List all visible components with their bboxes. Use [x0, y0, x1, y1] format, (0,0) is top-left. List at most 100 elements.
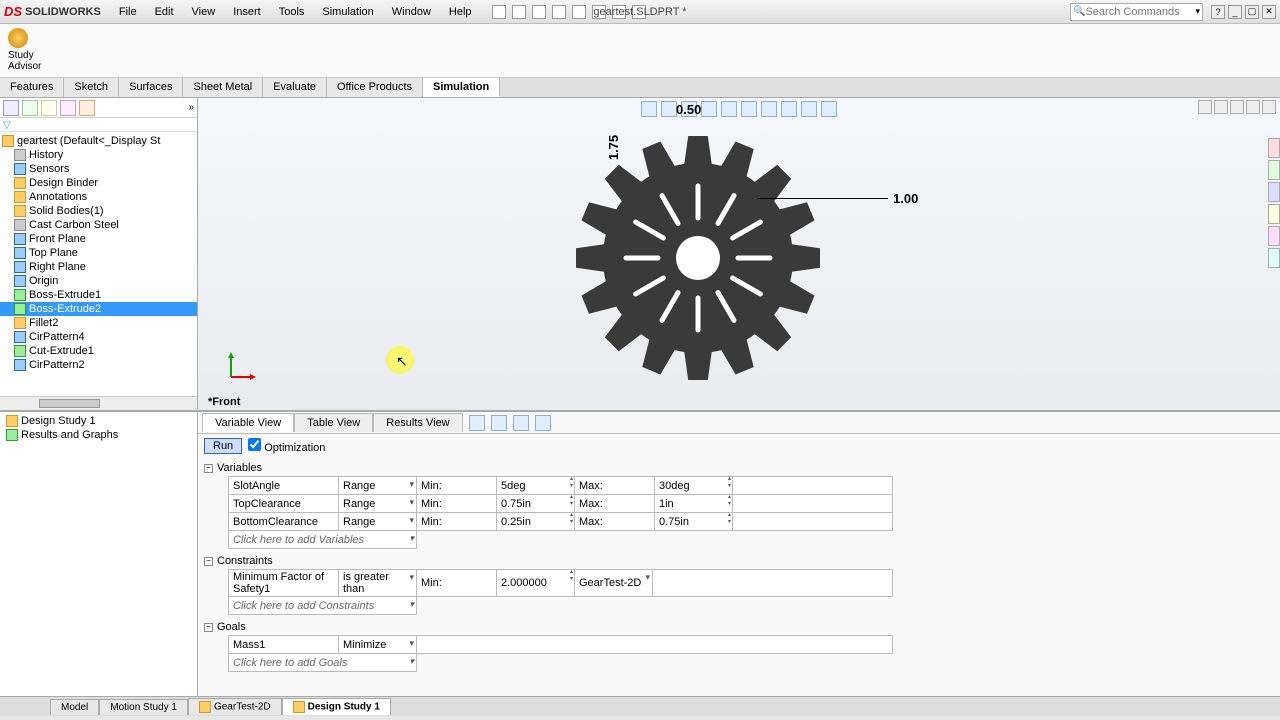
tree-item[interactable]: Boss-Extrude2 — [0, 302, 197, 316]
collapse-icon[interactable]: − — [204, 557, 213, 566]
viewport-link-icon[interactable] — [1230, 100, 1244, 114]
ds-tab-variable-view[interactable]: Variable View — [202, 413, 294, 432]
cmdtab-evaluate[interactable]: Evaluate — [263, 78, 327, 97]
menu-edit[interactable]: Edit — [147, 3, 182, 21]
collapse-icon[interactable]: − — [204, 623, 213, 632]
var-type-dropdown[interactable]: Range — [339, 513, 416, 530]
dimension-right[interactable]: 1.00 — [893, 191, 918, 206]
tree-item[interactable]: CirPattern4 — [0, 330, 197, 344]
cmdtab-surfaces[interactable]: Surfaces — [119, 78, 183, 97]
menu-simulation[interactable]: Simulation — [314, 3, 381, 21]
tree-item[interactable]: Front Plane — [0, 232, 197, 246]
viewport-two-icon[interactable] — [1214, 100, 1228, 114]
con-study-dropdown[interactable]: GearTest-2D — [575, 570, 652, 596]
con-name[interactable]: Minimum Factor of Safety1 — [229, 570, 338, 596]
add-variable[interactable]: Click here to add Variables — [229, 531, 416, 548]
var-min-input[interactable]: 0.25in — [497, 513, 574, 530]
menu-insert[interactable]: Insert — [225, 3, 269, 21]
save-icon[interactable] — [532, 5, 546, 19]
panel-collapse-icon[interactable]: » — [188, 102, 194, 113]
bottom-tab-model[interactable]: Model — [50, 699, 99, 715]
tree-item[interactable]: Fillet2 — [0, 316, 197, 330]
cmdtab-features[interactable]: Features — [0, 78, 64, 97]
menu-view[interactable]: View — [184, 3, 224, 21]
restore-icon[interactable]: ▢ — [1245, 5, 1259, 19]
configuration-tab-icon[interactable] — [41, 100, 57, 116]
cmdtab-office-products[interactable]: Office Products — [327, 78, 423, 97]
property-manager-tab-icon[interactable] — [22, 100, 38, 116]
var-max-input[interactable]: 1in — [655, 495, 732, 512]
var-max-input[interactable]: 0.75in — [655, 513, 732, 530]
search-dropdown-icon[interactable]: ▾ — [1195, 6, 1200, 17]
print-icon[interactable] — [552, 5, 566, 19]
help-icon[interactable]: ? — [1211, 5, 1225, 19]
ds-tab-table-view[interactable]: Table View — [294, 413, 373, 432]
study-tree-item[interactable]: Results and Graphs — [2, 428, 195, 442]
search-commands[interactable]: 🔍 ▾ — [1070, 3, 1203, 21]
dimension-top[interactable]: 0.50 — [676, 102, 701, 117]
dimension-left[interactable]: 1.75 — [606, 135, 621, 160]
var-min-input[interactable]: 5deg — [497, 477, 574, 494]
menu-file[interactable]: File — [111, 3, 145, 21]
var-name[interactable]: BottomClearance — [229, 513, 338, 530]
tree-item[interactable]: History — [0, 148, 197, 162]
collapse-icon[interactable]: − — [204, 464, 213, 473]
var-type-dropdown[interactable]: Range — [339, 495, 416, 512]
undo-icon[interactable] — [572, 5, 586, 19]
cmdtab-sheet-metal[interactable]: Sheet Metal — [183, 78, 263, 97]
con-op-dropdown[interactable]: is greater than — [339, 570, 416, 596]
run-button[interactable]: Run — [204, 438, 242, 454]
minimize-icon[interactable]: _ — [1228, 5, 1242, 19]
goal-name[interactable]: Mass1 — [229, 636, 338, 653]
display-manager-tab-icon[interactable] — [79, 100, 95, 116]
viewport-single-icon[interactable] — [1198, 100, 1212, 114]
tree-item[interactable]: Solid Bodies(1) — [0, 204, 197, 218]
tree-item[interactable]: Sensors — [0, 162, 197, 176]
ds-tab-results-view[interactable]: Results View — [373, 413, 462, 432]
ds-toolbar-icon[interactable] — [535, 415, 551, 431]
add-constraint[interactable]: Click here to add Constraints — [229, 597, 416, 614]
ds-toolbar-icon[interactable] — [469, 415, 485, 431]
dimxpert-tab-icon[interactable] — [60, 100, 76, 116]
tree-item[interactable]: CirPattern2 — [0, 358, 197, 372]
study-tree[interactable]: Design Study 1Results and Graphs — [0, 412, 198, 696]
goal-type-dropdown[interactable]: Minimize — [339, 636, 416, 653]
viewport-close-icon[interactable] — [1262, 100, 1276, 114]
search-input[interactable] — [1085, 6, 1195, 18]
var-max-input[interactable]: 30deg — [655, 477, 732, 494]
add-goal[interactable]: Click here to add Goals — [229, 654, 416, 671]
cmdtab-sketch[interactable]: Sketch — [64, 78, 119, 97]
close-icon[interactable]: ✕ — [1262, 5, 1276, 19]
tree-item[interactable]: Cast Carbon Steel — [0, 218, 197, 232]
menu-window[interactable]: Window — [384, 3, 439, 21]
ds-toolbar-icon[interactable] — [491, 415, 507, 431]
tree-item[interactable]: Cut-Extrude1 — [0, 344, 197, 358]
tree-root[interactable]: geartest (Default<_Display St — [0, 134, 197, 148]
var-type-dropdown[interactable]: Range — [339, 477, 416, 494]
tree-hscrollbar[interactable] — [0, 396, 197, 410]
study-tree-item[interactable]: Design Study 1 — [2, 414, 195, 428]
tree-item[interactable]: Design Binder — [0, 176, 197, 190]
graphics-viewport[interactable]: 0.50 1.75 1.00 ↖ *Front — [198, 98, 1280, 410]
new-icon[interactable] — [492, 5, 506, 19]
bottom-tab-motion-study-1[interactable]: Motion Study 1 — [99, 699, 188, 715]
filter-bar[interactable]: ▽ — [0, 118, 197, 132]
task-pane[interactable] — [1268, 138, 1280, 270]
bottom-tab-design-study-1[interactable]: Design Study 1 — [282, 698, 391, 715]
viewport-four-icon[interactable] — [1246, 100, 1260, 114]
feature-tree[interactable]: geartest (Default<_Display StHistorySens… — [0, 132, 197, 396]
var-min-input[interactable]: 0.75in — [497, 495, 574, 512]
open-icon[interactable] — [512, 5, 526, 19]
con-min-input[interactable]: 2.000000 — [497, 570, 574, 596]
bottom-tab-geartest-2d[interactable]: GearTest-2D — [188, 698, 282, 715]
var-name[interactable]: SlotAngle — [229, 477, 338, 494]
tree-item[interactable]: Annotations — [0, 190, 197, 204]
cmdtab-simulation[interactable]: Simulation — [423, 78, 500, 97]
menu-help[interactable]: Help — [441, 3, 480, 21]
tree-item[interactable]: Origin — [0, 274, 197, 288]
study-advisor-icon[interactable] — [8, 28, 28, 48]
optimization-checkbox[interactable]: Optimization — [248, 438, 325, 454]
feature-tree-tab-icon[interactable] — [3, 100, 19, 116]
tree-item[interactable]: Boss-Extrude1 — [0, 288, 197, 302]
tree-item[interactable]: Right Plane — [0, 260, 197, 274]
